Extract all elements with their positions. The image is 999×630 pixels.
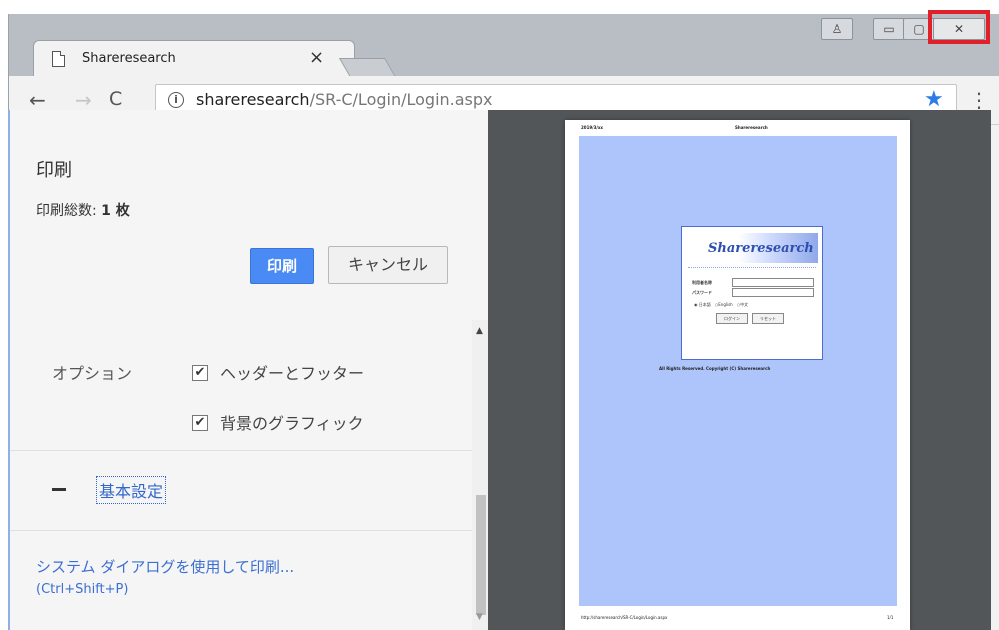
system-dialog-link[interactable]: システム ダイアログを使用して印刷... [36, 556, 294, 577]
print-total-label: 印刷総数: [36, 203, 102, 219]
close-button-highlight [928, 10, 990, 44]
scroll-up-icon[interactable]: ▲ [476, 326, 483, 336]
preview-background: Shareresearch 利用者名称 パスワード ◉ 日本語 ○English… [579, 136, 897, 606]
back-arrow-icon[interactable]: ← [29, 88, 46, 112]
divider [10, 450, 472, 451]
collapse-minus-icon[interactable] [52, 488, 66, 491]
url-path: /SR-C/Login/Login.aspx [309, 90, 493, 109]
user-icon[interactable]: ♙ [821, 18, 853, 40]
preview-reset-button: リセット [752, 313, 784, 324]
title-bar: Shareresearch × ♙ ▭ ▢ ✕ [9, 14, 999, 79]
options-label: オプション [52, 364, 133, 383]
preview-login-button: ログイン [716, 313, 748, 324]
preview-footer-right: 1/1 [887, 615, 894, 620]
print-settings-panel: 印刷 印刷総数: 1 枚 印刷 キャンセル オプション ✔ ヘッダーとフッター … [8, 110, 490, 630]
preview-logo-band: Shareresearch [686, 233, 818, 263]
tab-title: Shareresearch [82, 51, 176, 66]
background-graphics-label[interactable]: 背景のグラフィック [220, 410, 364, 434]
print-header: 印刷 印刷総数: 1 枚 印刷 キャンセル [10, 110, 490, 321]
preview-header-left: 2019/3/xx [581, 125, 603, 130]
cancel-button[interactable]: キャンセル [328, 246, 448, 284]
preview-user-field [732, 278, 814, 287]
forward-arrow-icon[interactable]: → [75, 88, 92, 112]
background-graphics-checkbox[interactable]: ✔ [192, 415, 208, 431]
preview-password-label: パスワード [692, 290, 712, 295]
print-button[interactable]: 印刷 [250, 248, 314, 284]
info-icon[interactable]: i [168, 92, 184, 108]
dotted-divider [688, 267, 816, 269]
tab-close-icon[interactable]: × [309, 47, 324, 68]
document-icon [52, 51, 65, 67]
preview-footer-left: http://shareresearch/SR-C/Login/Login.as… [581, 615, 668, 620]
print-options-area: オプション ✔ ヘッダーとフッター ✔ 背景のグラフィック 基本設定 システム … [10, 320, 472, 630]
header-footer-label[interactable]: ヘッダーとフッター [220, 360, 364, 384]
bookmark-star-icon[interactable]: ★ [924, 87, 944, 112]
browser-tab[interactable]: Shareresearch × [33, 40, 355, 79]
preview-login-box: Shareresearch 利用者名称 パスワード ◉ 日本語 ○English… [681, 226, 823, 360]
preview-logo: Shareresearch [708, 241, 814, 256]
menu-dots-icon[interactable]: ⋮ [969, 88, 989, 112]
reload-icon[interactable]: C [109, 88, 122, 110]
preview-password-field [732, 288, 814, 297]
print-total-value: 1 枚 [101, 203, 130, 219]
preview-user-label: 利用者名称 [692, 280, 712, 285]
system-dialog-shortcut: (Ctrl+Shift+P) [36, 582, 129, 597]
preview-copyright: All Rights Reserved. Copyright (C) Share… [659, 366, 771, 371]
url-text: shareresearch/SR-C/Login/Login.aspx [196, 90, 493, 109]
basic-settings-link[interactable]: 基本設定 [96, 476, 167, 504]
divider [10, 530, 472, 531]
caption-remnant [0, 0, 999, 14]
preview-language-options: ◉ 日本語 ○English ○中文 [694, 302, 749, 307]
scroll-down-icon[interactable]: ▼ [476, 612, 483, 622]
preview-header-right: Shareresearch [735, 125, 768, 130]
preview-page: 2019/3/xx Shareresearch Shareresearch 利用… [565, 120, 910, 630]
minimize-button[interactable]: ▭ [873, 18, 905, 40]
url-host: shareresearch [196, 90, 310, 109]
print-total: 印刷総数: 1 枚 [36, 200, 130, 220]
header-footer-checkbox[interactable]: ✔ [192, 365, 208, 381]
print-title: 印刷 [36, 160, 72, 181]
scroll-thumb[interactable] [476, 495, 486, 615]
print-preview-area: 2019/3/xx Shareresearch Shareresearch 利用… [488, 110, 991, 630]
